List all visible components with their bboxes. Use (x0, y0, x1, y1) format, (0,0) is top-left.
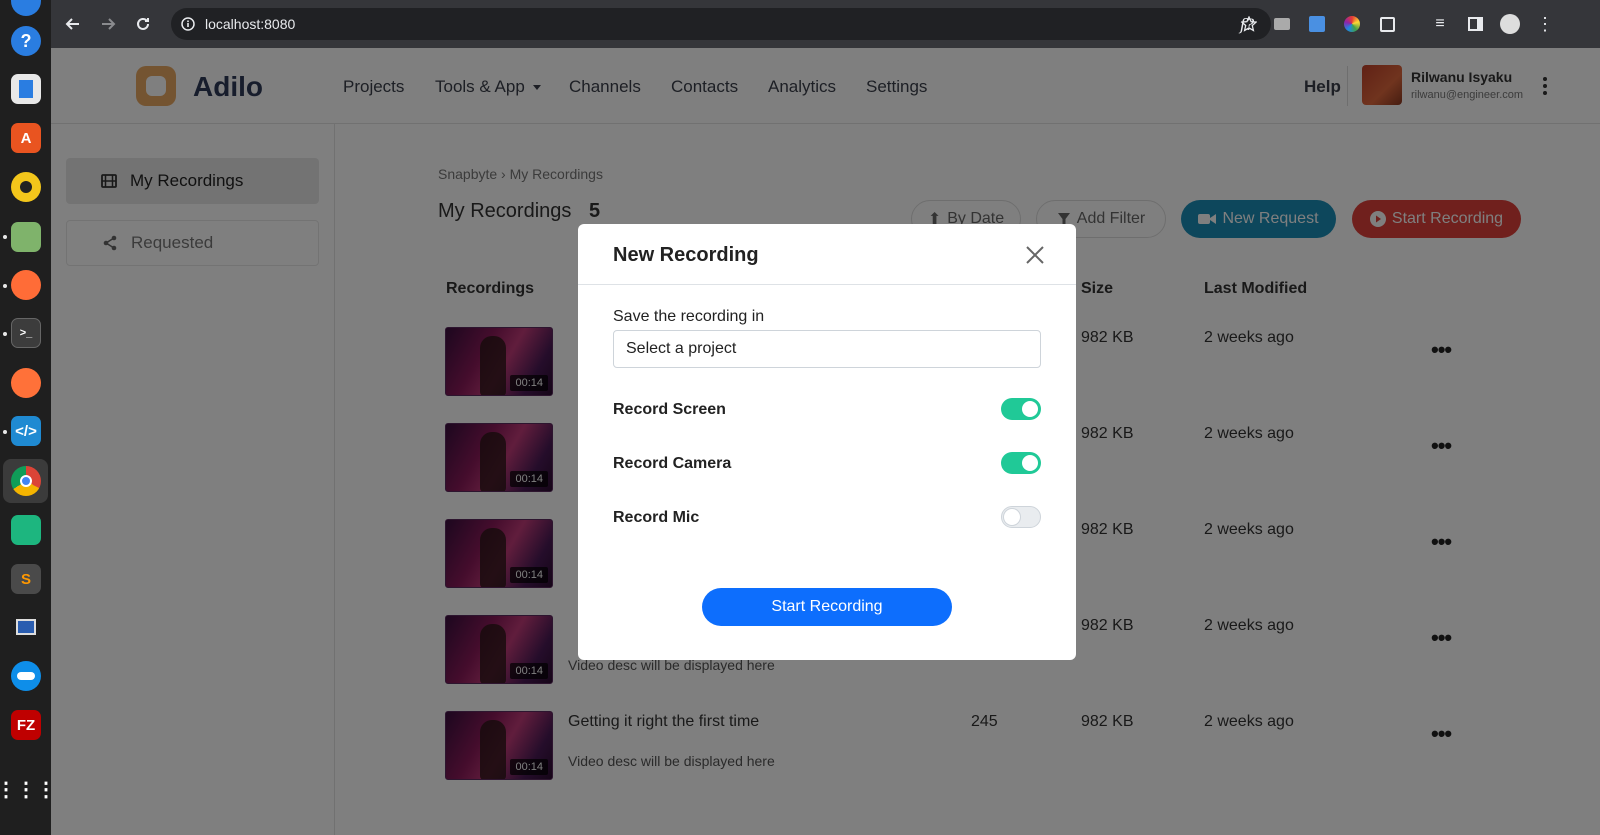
firefox-icon[interactable] (11, 368, 41, 398)
browser-toolbar: localhost:8080 f? ≡ ⋮ (51, 0, 1600, 48)
url-text[interactable]: localhost:8080 (205, 16, 295, 32)
show-apps-icon[interactable]: ⋮⋮⋮ (0, 774, 56, 804)
side-panel-icon[interactable] (1463, 12, 1487, 36)
vscode-icon[interactable]: </> (11, 416, 41, 446)
media-control-icon[interactable]: ≡ (1428, 12, 1452, 36)
chrome-icon[interactable] (11, 466, 41, 496)
save-in-label: Save the recording in (613, 308, 765, 325)
formula-extension-icon[interactable]: f? (1235, 12, 1259, 36)
record-camera-label: Record Camera (613, 455, 732, 472)
new-recording-modal: New Recording Save the recording in Sele… (578, 224, 1076, 660)
color-extension-icon[interactable] (1340, 12, 1364, 36)
sublime-icon[interactable]: S (11, 564, 41, 594)
camera-extension-icon[interactable] (1270, 12, 1294, 36)
help-icon[interactable]: ? (11, 26, 41, 56)
download-extension-icon[interactable] (1305, 12, 1329, 36)
project-select[interactable]: Select a project (613, 330, 1041, 368)
back-icon[interactable] (61, 12, 85, 36)
running-indicator (3, 235, 7, 239)
record-mic-label: Record Mic (613, 509, 700, 526)
filezilla-icon[interactable]: FZ (11, 710, 41, 740)
postman-icon[interactable] (11, 270, 41, 300)
forward-icon[interactable] (96, 12, 120, 36)
record-mic-toggle[interactable] (1001, 506, 1041, 528)
toggle-knob (1022, 455, 1038, 471)
browser-menu-icon[interactable]: ⋮ (1533, 12, 1557, 36)
dock-app-icon[interactable] (11, 0, 41, 16)
modal-header: New Recording (578, 224, 1076, 285)
running-indicator (3, 430, 7, 434)
software-center-icon[interactable]: A (11, 123, 41, 153)
os-dock: ? A >_ </> S FZ ⋮⋮⋮ (0, 0, 56, 835)
site-info-icon[interactable] (181, 17, 195, 31)
address-bar[interactable]: localhost:8080 (171, 8, 1271, 40)
rhythmbox-icon[interactable] (11, 172, 41, 202)
toggle-knob (1004, 509, 1020, 525)
close-icon[interactable] (1024, 244, 1046, 266)
toggle-knob (1022, 401, 1038, 417)
running-indicator (3, 332, 7, 336)
record-screen-toggle[interactable] (1001, 398, 1041, 420)
files-icon[interactable] (11, 222, 41, 252)
profile-avatar-icon[interactable] (1498, 12, 1522, 36)
writer-icon[interactable] (11, 74, 41, 104)
record-camera-toggle[interactable] (1001, 452, 1041, 474)
terminal-icon[interactable]: >_ (11, 318, 41, 348)
extensions-puzzle-icon[interactable] (1375, 12, 1399, 36)
network-app-icon[interactable] (11, 515, 41, 545)
reload-icon[interactable] (131, 12, 155, 36)
start-recording-button[interactable]: Start Recording (702, 588, 952, 626)
remote-desktop-icon[interactable] (11, 612, 41, 642)
record-screen-label: Record Screen (613, 401, 726, 418)
modal-title: New Recording (613, 244, 759, 266)
running-indicator (3, 284, 7, 288)
teamviewer-icon[interactable] (11, 661, 41, 691)
